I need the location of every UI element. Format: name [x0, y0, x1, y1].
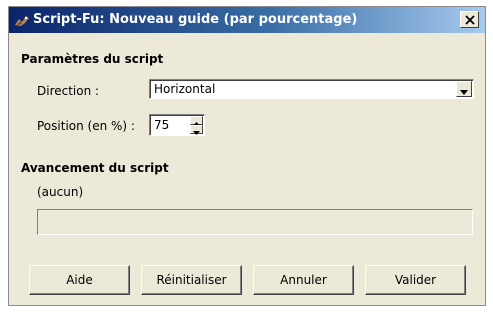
- close-icon: [464, 10, 475, 29]
- help-button[interactable]: Aide: [29, 265, 130, 295]
- progress-status: (aucun): [37, 185, 84, 199]
- help-button-label: Aide: [66, 273, 93, 287]
- direction-label: Direction :: [37, 84, 100, 98]
- gimp-wilber-icon: [14, 13, 30, 27]
- title-bar[interactable]: Script-Fu: Nouveau guide (par pourcentag…: [9, 7, 485, 33]
- ok-button[interactable]: Valider: [365, 265, 466, 295]
- reset-button[interactable]: Réinitialiser: [141, 265, 242, 295]
- chevron-down-icon: [460, 80, 468, 99]
- reset-button-label: Réinitialiser: [156, 273, 227, 287]
- position-spinbox[interactable]: 75: [149, 114, 205, 136]
- dropdown-arrow-button[interactable]: [456, 81, 472, 97]
- direction-value: Horizontal: [154, 82, 216, 96]
- close-button[interactable]: [460, 11, 479, 28]
- cancel-button-label: Annuler: [280, 273, 327, 287]
- script-progress-heading: Avancement du script: [21, 161, 169, 175]
- direction-select[interactable]: Horizontal: [149, 79, 474, 99]
- cancel-button[interactable]: Annuler: [253, 265, 354, 295]
- arrow-down-icon: [193, 120, 200, 139]
- position-value: 75: [154, 118, 170, 132]
- spin-down-button[interactable]: [190, 125, 203, 135]
- position-label: Position (en %) :: [37, 119, 135, 133]
- window-title: Script-Fu: Nouveau guide (par pourcentag…: [33, 12, 358, 27]
- ok-button-label: Valider: [394, 273, 437, 287]
- progress-bar: [37, 209, 473, 235]
- script-fu-dialog: Script-Fu: Nouveau guide (par pourcentag…: [8, 6, 486, 306]
- script-params-heading: Paramètres du script: [21, 52, 164, 66]
